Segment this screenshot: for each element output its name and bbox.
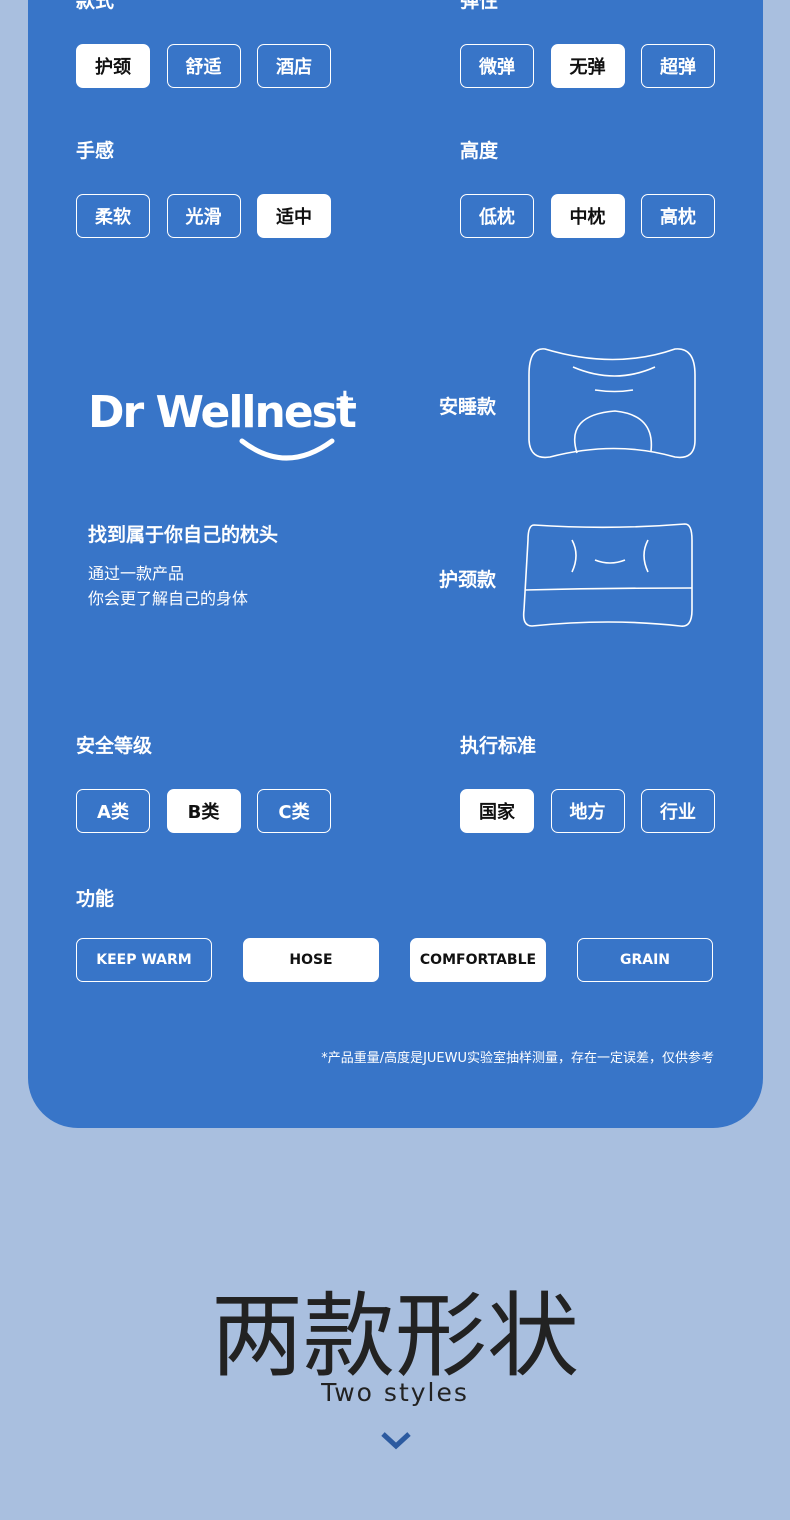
style-name-sleep: 安睡款 <box>439 396 497 418</box>
group-label: 安全等级 <box>76 735 153 757</box>
option-button[interactable]: 微弹 <box>460 44 534 88</box>
option-button[interactable]: 高枕 <box>641 194 715 238</box>
sleep-pillow-illustration <box>528 348 696 459</box>
option-button[interactable]: C类 <box>257 789 331 833</box>
option-button[interactable]: 光滑 <box>166 194 241 238</box>
function-option-button[interactable]: HOSE <box>243 938 379 982</box>
option-button[interactable]: A类 <box>76 789 150 833</box>
chevron-down-icon[interactable] <box>380 1430 412 1450</box>
function-option-button[interactable]: COMFORTABLE <box>410 938 546 982</box>
option-button[interactable]: 中枕 <box>550 194 625 238</box>
group-label: 高度 <box>460 140 499 162</box>
option-button[interactable]: 低枕 <box>460 194 534 238</box>
option-button[interactable]: 行业 <box>641 789 715 833</box>
option-button[interactable]: 酒店 <box>257 44 331 88</box>
function-option-button[interactable]: GRAIN <box>577 938 713 982</box>
option-button[interactable]: 适中 <box>257 194 331 238</box>
option-button[interactable]: B类 <box>166 789 241 833</box>
section-subtitle: Two styles <box>321 1378 469 1407</box>
footnote: *产品重量/高度是JUEWU实验室抽样测量，存在一定误差，仅供参考 <box>321 1051 714 1066</box>
group-label: 弹性 <box>460 0 499 12</box>
option-button[interactable]: 护颈 <box>76 44 150 88</box>
option-button[interactable]: 柔软 <box>76 194 150 238</box>
svg-text:+: + <box>334 385 356 414</box>
neck-pillow-illustration <box>522 523 693 627</box>
style-name-neck: 护颈款 <box>439 569 497 591</box>
svg-text:Dr Wellnest: Dr Wellnest <box>88 387 356 438</box>
option-button[interactable]: 国家 <box>460 789 534 833</box>
brand-tagline: 找到属于你自己的枕头 <box>88 524 279 546</box>
group-label: 款式 <box>76 0 115 12</box>
function-option-button[interactable]: KEEP WARM <box>76 938 212 982</box>
group-label: 手感 <box>76 140 115 162</box>
brand-desc-1: 通过一款产品 <box>88 564 185 583</box>
brand-desc-2: 你会更了解自己的身体 <box>88 589 249 608</box>
option-button[interactable]: 无弹 <box>550 44 625 88</box>
option-button[interactable]: 地方 <box>550 789 625 833</box>
function-label: 功能 <box>76 888 115 910</box>
brand-logo: Dr Wellnest + <box>88 385 356 461</box>
section-title: 两款形状 <box>210 1283 579 1390</box>
option-button[interactable]: 超弹 <box>641 44 715 88</box>
group-label: 执行标准 <box>460 735 537 757</box>
option-button[interactable]: 舒适 <box>166 44 241 88</box>
